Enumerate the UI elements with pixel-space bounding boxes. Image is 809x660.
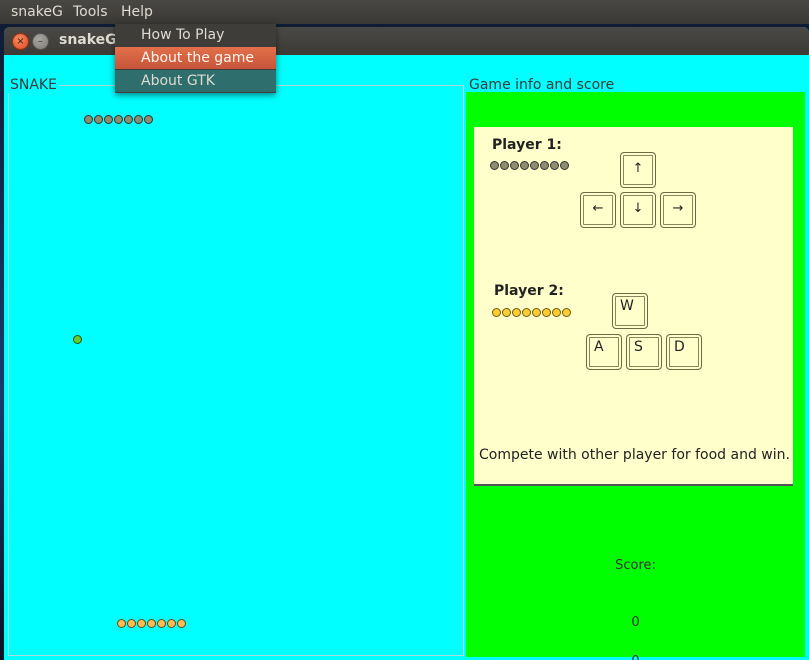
menu-item-how-to-play[interactable]: How To Play [115, 24, 276, 46]
key-right-arrow-icon: → [660, 192, 696, 228]
player2-snake-sample [492, 308, 572, 317]
minimize-icon[interactable]: – [32, 33, 49, 50]
snake-segment [542, 308, 551, 317]
snake-segment [550, 161, 559, 170]
snake-segment [520, 161, 529, 170]
score-player2: 0 [466, 654, 805, 660]
snake-segment [502, 308, 511, 317]
key-left-arrow-icon: ← [580, 192, 616, 228]
snake-segment [84, 115, 93, 124]
snake-segment [127, 619, 136, 628]
player1-snake-sample [490, 161, 570, 170]
instructions-message: Compete with other player for food and w… [479, 447, 790, 463]
snake-segment [167, 619, 176, 628]
snake-segment [104, 115, 113, 124]
info-frame-label: Game info and score [467, 77, 617, 93]
score-player1: 0 [631, 615, 640, 630]
snake-frame-label: SNAKE [8, 77, 59, 93]
key-up-arrow-icon: ↑ [620, 152, 656, 188]
game-info-panel: Player 1: ↑ ← ↓ → Player 2: W A S D Comp… [466, 92, 805, 660]
menu-tools[interactable]: Tools [73, 3, 108, 21]
snake-segment [177, 619, 186, 628]
snake-segment [94, 115, 103, 124]
instructions-card: Player 1: ↑ ← ↓ → Player 2: W A S D Comp… [474, 127, 793, 486]
food-pellet [73, 335, 82, 344]
menu-item-about-gtk[interactable]: About GTK [115, 70, 276, 92]
snake-segment [522, 308, 531, 317]
score-label: Score: [615, 558, 656, 573]
menu-bar: snakeG Tools Help [0, 0, 809, 24]
snake-segment [147, 619, 156, 628]
snake-segment [157, 619, 166, 628]
app-window: × – snakeG SNAKE Game info and score Pla… [4, 27, 809, 660]
snake-segment [492, 308, 501, 317]
key-d: D [666, 334, 702, 370]
close-icon[interactable]: × [12, 33, 29, 50]
snake-segment [530, 161, 539, 170]
snake-game-frame [8, 85, 464, 656]
key-w: W [612, 293, 648, 329]
snake-segment [117, 619, 126, 628]
snake-segment [490, 161, 499, 170]
snake-segment [124, 115, 133, 124]
snake-segment [510, 161, 519, 170]
snake-segment [560, 161, 569, 170]
snake-segment [562, 308, 571, 317]
window-title: snakeG [59, 32, 117, 48]
snake-segment [512, 308, 521, 317]
menu-item-about-game[interactable]: About the game [115, 47, 276, 69]
menu-help[interactable]: Help [121, 3, 153, 21]
key-a: A [586, 334, 622, 370]
snake-segment [540, 161, 549, 170]
help-dropdown-menu: How To Play About the game About GTK [115, 24, 276, 93]
snake-segment [137, 619, 146, 628]
key-down-arrow-icon: ↓ [620, 192, 656, 228]
player1-label: Player 1: [492, 137, 562, 153]
player2-label: Player 2: [494, 283, 564, 299]
key-s: S [626, 334, 662, 370]
snake-segment [134, 115, 143, 124]
menu-app[interactable]: snakeG [11, 3, 63, 21]
snake-player2 [117, 619, 187, 628]
snake-segment [500, 161, 509, 170]
snake-segment [532, 308, 541, 317]
snake-player1 [84, 115, 154, 124]
snake-segment [144, 115, 153, 124]
snake-segment [552, 308, 561, 317]
snake-segment [114, 115, 123, 124]
